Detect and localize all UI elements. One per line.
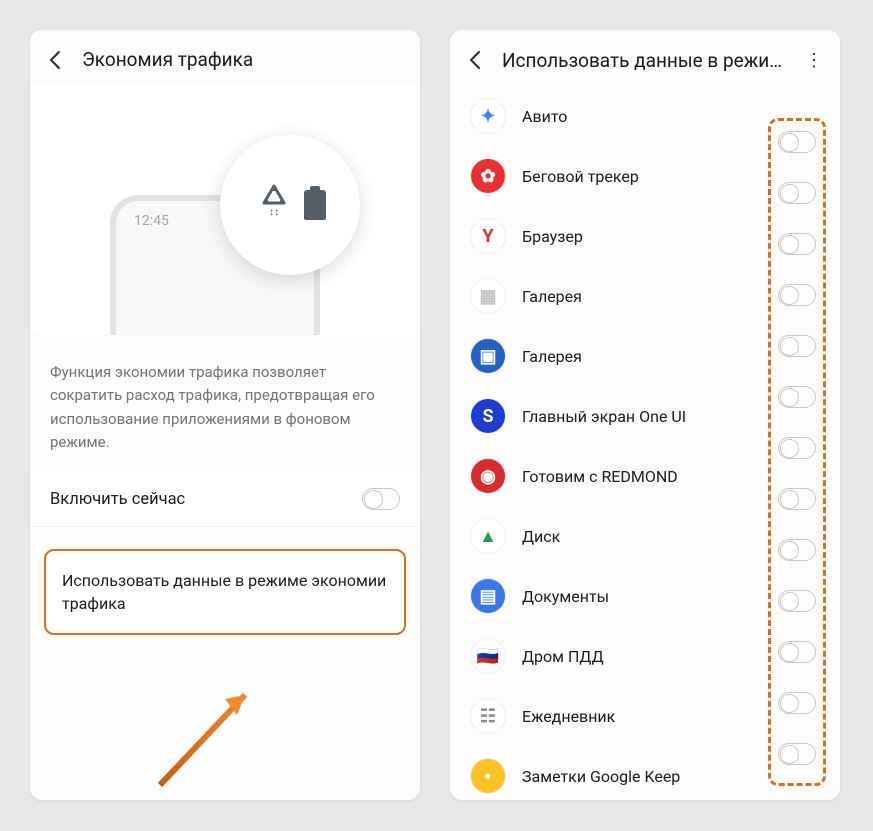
- app-toggle[interactable]: [778, 386, 816, 408]
- app-icon: 🇷🇺: [470, 638, 506, 674]
- page-title: Экономия трафика: [82, 48, 406, 71]
- app-icon: ☷: [470, 698, 506, 734]
- use-data-option[interactable]: Использовать данные в режиме экономии тр…: [44, 549, 406, 635]
- app-icon: ✿: [470, 158, 506, 194]
- annotation-arrow: [145, 675, 275, 795]
- app-toggle[interactable]: [778, 743, 816, 765]
- app-icon: ▣: [470, 338, 506, 374]
- app-toggle[interactable]: [778, 284, 816, 306]
- app-toggle[interactable]: [778, 539, 816, 561]
- toggles-annotation-box: [768, 118, 826, 786]
- data-saver-icon: ↕↕: [254, 181, 294, 230]
- page-title: Использовать данные в режим…: [502, 49, 786, 72]
- mockup-time: 12:45: [134, 213, 169, 229]
- app-icon: ✦: [470, 98, 506, 134]
- app-toggle[interactable]: [778, 182, 816, 204]
- app-icon: ▪: [470, 758, 506, 794]
- app-toggle[interactable]: [778, 131, 816, 153]
- use-data-label: Использовать данные в режиме экономии тр…: [62, 571, 386, 613]
- app-toggle[interactable]: [778, 335, 816, 357]
- app-icon: Y: [470, 218, 506, 254]
- svg-text:↕↕: ↕↕: [269, 207, 279, 218]
- more-icon[interactable]: ⋮: [802, 48, 826, 72]
- app-icon: ▦: [470, 278, 506, 314]
- back-icon[interactable]: [464, 49, 486, 71]
- battery-icon: [304, 190, 326, 220]
- enable-now-row[interactable]: Включить сейчас: [30, 472, 420, 527]
- header: Использовать данные в режим… ⋮: [450, 30, 840, 86]
- header: Экономия трафика: [30, 30, 420, 85]
- app-icon: ▤: [470, 578, 506, 614]
- app-icon: ◉: [470, 458, 506, 494]
- enable-now-toggle[interactable]: [362, 488, 400, 510]
- illustration: 12:45 ↕↕: [30, 85, 420, 335]
- back-icon[interactable]: [44, 49, 66, 71]
- app-toggle[interactable]: [778, 641, 816, 663]
- left-screen: Экономия трафика 12:45 ↕↕ Функция эконом…: [30, 30, 420, 800]
- app-icon: ▲: [470, 518, 506, 554]
- app-toggle[interactable]: [778, 590, 816, 612]
- app-toggle[interactable]: [778, 488, 816, 510]
- app-toggle[interactable]: [778, 692, 816, 714]
- app-toggle[interactable]: [778, 233, 816, 255]
- right-screen: Использовать данные в режим… ⋮ ✦Авито✿Бе…: [450, 30, 840, 800]
- app-toggle[interactable]: [778, 437, 816, 459]
- description-text: Функция экономии трафика позволяет сокра…: [30, 345, 420, 472]
- zoom-circle: ↕↕: [220, 135, 360, 275]
- app-icon: S: [470, 398, 506, 434]
- enable-now-label: Включить сейчас: [50, 490, 185, 509]
